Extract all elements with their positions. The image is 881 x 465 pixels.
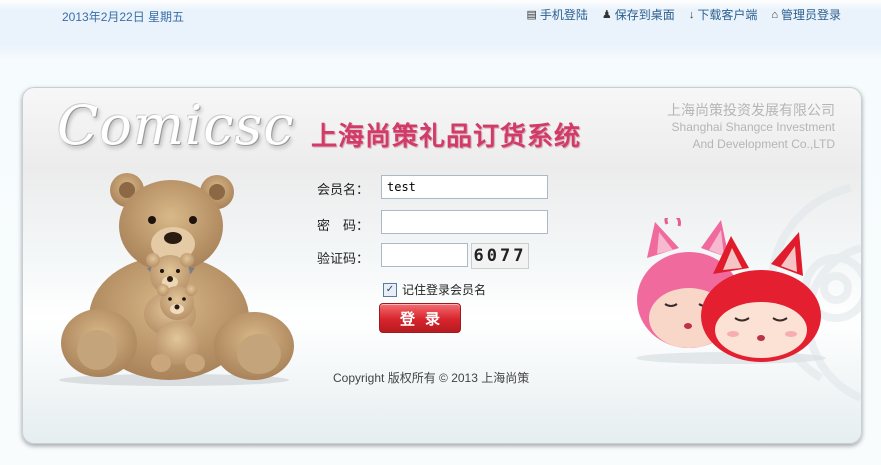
login-panel: Comicsc 上海尚策礼品订货系统 上海尚策投资发展有限公司 Shanghai… — [22, 87, 862, 444]
remember-checkbox[interactable]: ✓ — [383, 282, 397, 297]
brand-logo: Comicsc — [57, 94, 295, 157]
captcha-input[interactable] — [381, 243, 468, 267]
download-client-link[interactable]: ↓ 下载客户端 — [689, 6, 758, 23]
user-icon: ♟ — [601, 9, 612, 21]
captcha-image[interactable]: 6077 — [471, 243, 529, 269]
company-name-en-1: Shanghai Shangce Investment — [671, 120, 835, 134]
save-to-desktop-link[interactable]: ♟ 保存到桌面 — [602, 6, 675, 23]
download-icon: ↓ — [688, 8, 695, 21]
header-links: ▤ 手机登陆 ♟ 保存到桌面 ↓ 下载客户端 ⌂ 管理员登录 — [527, 6, 842, 23]
plush-fox-image — [636, 218, 826, 364]
remember-username[interactable]: ✓ 记住登录会员名 — [383, 281, 486, 298]
company-name: 上海尚策投资发展有限公司 Shanghai Shangce Investment… — [667, 102, 835, 153]
top-bar: 2013年2月22日 星期五 ▤ 手机登陆 ♟ 保存到桌面 ↓ 下载客户端 ⌂ … — [0, 0, 881, 45]
download-client-label: 下载客户端 — [697, 8, 758, 22]
remember-label: 记住登录会员名 — [402, 283, 487, 297]
login-button[interactable]: 登录 — [379, 303, 461, 333]
mobile-icon: ▤ — [526, 9, 537, 21]
username-input[interactable] — [381, 175, 548, 199]
password-label: 密 码： — [317, 218, 370, 233]
admin-login-link[interactable]: ⌂ 管理员登录 — [771, 6, 841, 23]
mobile-login-label: 手机登陆 — [539, 8, 588, 22]
admin-login-label: 管理员登录 — [780, 8, 841, 22]
captcha-label: 验证码： — [317, 251, 370, 266]
home-icon: ⌂ — [771, 8, 778, 21]
copyright-text: Copyright 版权所有 © 2013 上海尚策 — [333, 371, 530, 385]
system-title: 上海尚策礼品订货系统 — [311, 121, 582, 151]
teddy-bear-image — [59, 173, 294, 386]
username-label: 会员名： — [317, 182, 370, 197]
company-name-cn: 上海尚策投资发展有限公司 — [667, 102, 835, 118]
current-date: 2013年2月22日 星期五 — [62, 10, 185, 24]
mobile-login-link[interactable]: ▤ 手机登陆 — [527, 6, 588, 23]
password-input[interactable] — [381, 210, 548, 234]
save-to-desktop-label: 保存到桌面 — [614, 8, 675, 22]
